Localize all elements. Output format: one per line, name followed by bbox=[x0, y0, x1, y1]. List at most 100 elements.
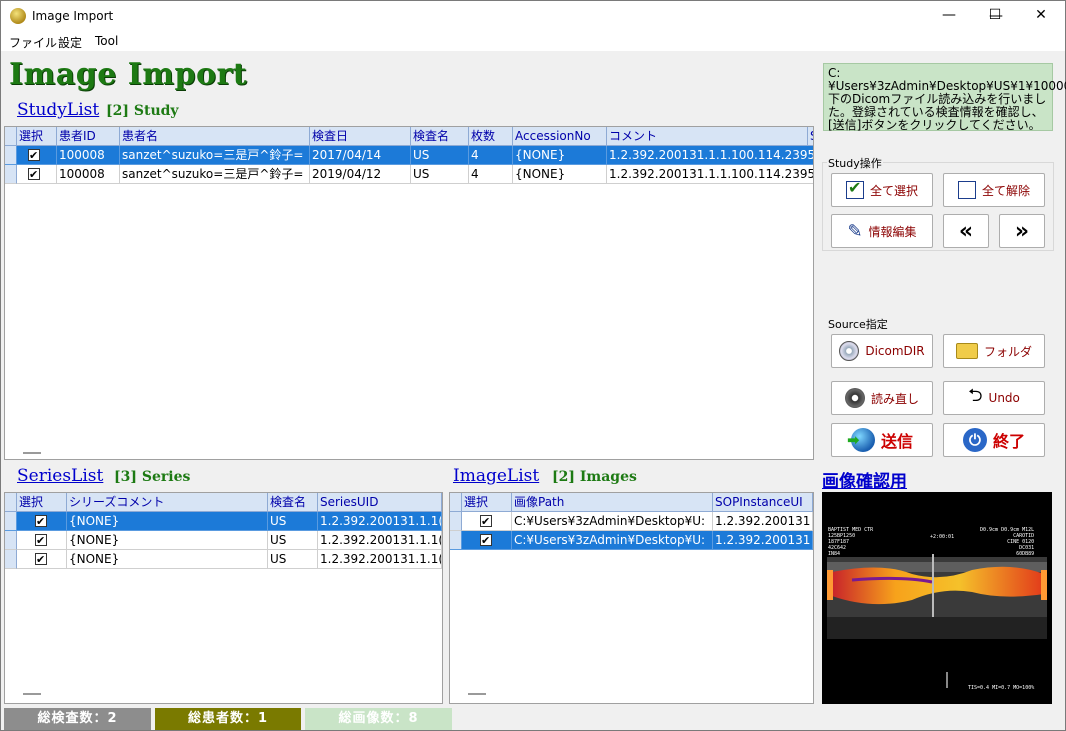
maximize-button[interactable]: ☐ bbox=[972, 0, 1018, 31]
col-series-comment[interactable]: シリーズコメント bbox=[67, 493, 268, 512]
disc-icon bbox=[839, 341, 860, 361]
row-checkbox[interactable] bbox=[480, 513, 492, 530]
table-row[interactable]: 100008 sanzet^suzuko=三是戸^鈴子= 2017/04/14 … bbox=[5, 146, 813, 165]
studylist-label[interactable]: StudyList bbox=[17, 100, 99, 120]
cell-exam: US bbox=[411, 165, 469, 184]
send-button[interactable]: ➡ 送信 bbox=[831, 423, 933, 457]
dicomdir-button[interactable]: DicomDIR bbox=[831, 334, 933, 368]
cell-comment: 1.2.392.200131.1.1.100.114.2395( bbox=[607, 146, 813, 165]
reload-disc-icon bbox=[844, 388, 865, 408]
cell-count: 4 bbox=[469, 146, 513, 165]
menu-settings[interactable]: 設定 bbox=[58, 34, 82, 51]
undo-button[interactable]: ⮌ Undo bbox=[943, 381, 1045, 415]
source-label: Source指定 bbox=[827, 316, 889, 332]
grid-splitter[interactable] bbox=[23, 452, 41, 454]
cell-exam: US bbox=[411, 146, 469, 165]
row-checkbox[interactable] bbox=[480, 532, 492, 549]
table-row[interactable]: C:¥Users¥3zAdmin¥Desktop¥U: 1.2.392.2001… bbox=[450, 531, 813, 550]
col-patient-id[interactable]: 患者ID bbox=[57, 127, 120, 146]
col-image-path[interactable]: 画像Path bbox=[512, 493, 713, 512]
series-grid[interactable]: 選択 シリーズコメント 検査名 SeriesUID {NONE} US 1.2.… bbox=[4, 492, 443, 704]
info-message: C:¥Users¥3zAdmin¥Desktop¥US¥1¥100008下のDi… bbox=[823, 63, 1066, 132]
minimize-button-top[interactable]: — bbox=[926, 0, 972, 31]
col-select[interactable]: 選択 bbox=[17, 127, 57, 146]
cell-patient-id: 100008 bbox=[57, 146, 120, 165]
menu-file[interactable]: ファイル bbox=[9, 34, 57, 51]
row-checkbox[interactable] bbox=[28, 166, 40, 183]
serieslist-label[interactable]: SeriesList bbox=[17, 466, 103, 486]
table-row[interactable]: 100008 sanzet^suzuko=三是戸^鈴子= 2019/04/12 … bbox=[5, 165, 813, 184]
study-ops-label: Study操作 bbox=[827, 155, 883, 171]
app-icon bbox=[10, 8, 26, 24]
image-grid[interactable]: 選択 画像Path SOPInstanceUI C:¥Users¥3zAdmin… bbox=[449, 492, 814, 704]
table-row[interactable]: {NONE} US 1.2.392.200131.1.1( bbox=[5, 531, 442, 550]
cell-accession: {NONE} bbox=[513, 146, 607, 165]
col-comment[interactable]: コメント bbox=[607, 127, 808, 146]
col-patient-name[interactable]: 患者名 bbox=[120, 127, 310, 146]
col-exam-date[interactable]: 検査日 bbox=[310, 127, 411, 146]
row-checkbox[interactable] bbox=[35, 551, 47, 568]
col-accession[interactable]: AccessionNo bbox=[513, 127, 607, 146]
grid-splitter[interactable] bbox=[468, 693, 486, 695]
cell-uid: 1.2.392.200131.1.1( bbox=[318, 550, 442, 569]
study-grid-header: 選択 患者ID 患者名 検査日 検査名 枚数 AccessionNo コメント … bbox=[5, 127, 813, 146]
imagelist-label[interactable]: ImageList bbox=[453, 466, 539, 486]
cell-patient-name: sanzet^suzuko=三是戸^鈴子= bbox=[120, 165, 310, 184]
status-total-images: 総画像数：8 bbox=[305, 708, 452, 730]
close-button[interactable]: ✕ bbox=[1018, 0, 1064, 31]
main-window: Image Import — ファイル 設定 Tool Image Import… bbox=[0, 0, 1066, 731]
ultrasound-image bbox=[827, 554, 1047, 688]
col-select[interactable]: 選択 bbox=[17, 493, 67, 512]
col-sop-uid[interactable]: SOPInstanceUI bbox=[713, 493, 813, 512]
status-total-patients: 総患者数：1 bbox=[155, 708, 301, 730]
menu-bar: ファイル 設定 Tool bbox=[1, 32, 1065, 51]
studylist-count: [2] Study bbox=[106, 103, 179, 119]
preview-image: BAPTIST MED CTR 125BP1250 187F187 42C642… bbox=[822, 492, 1052, 704]
row-checkbox[interactable] bbox=[35, 532, 47, 549]
cell-uid: 1.2.392.200131.1.1( bbox=[318, 531, 442, 550]
grid-splitter[interactable] bbox=[23, 693, 41, 695]
col-series-uid[interactable]: SeriesUID bbox=[318, 493, 442, 512]
row-checkbox[interactable] bbox=[35, 513, 47, 530]
table-row[interactable]: C:¥Users¥3zAdmin¥Desktop¥U: 1.2.392.2001… bbox=[450, 512, 813, 531]
row-checkbox[interactable] bbox=[28, 147, 40, 164]
double-chevron-left-icon: « bbox=[958, 218, 974, 244]
edit-info-button[interactable]: ✎ 情報編集 bbox=[831, 214, 933, 248]
folder-button[interactable]: フォルダ bbox=[943, 334, 1045, 368]
cell-patient-name: sanzet^suzuko=三是戸^鈴子= bbox=[120, 146, 310, 165]
table-row[interactable]: {NONE} US 1.2.392.200131.1.1( bbox=[5, 550, 442, 569]
preview-title[interactable]: 画像確認用 bbox=[822, 467, 907, 492]
table-row[interactable]: {NONE} US 1.2.392.200131.1.1( bbox=[5, 512, 442, 531]
next-button[interactable]: » bbox=[999, 214, 1045, 248]
window-title: Image Import bbox=[32, 9, 114, 23]
cell-comment: {NONE} bbox=[67, 512, 268, 531]
cell-path: C:¥Users¥3zAdmin¥Desktop¥U: bbox=[512, 512, 713, 531]
cell-comment: {NONE} bbox=[67, 550, 268, 569]
col-count[interactable]: 枚数 bbox=[469, 127, 513, 146]
study-grid[interactable]: 選択 患者ID 患者名 検査日 検査名 枚数 AccessionNo コメント … bbox=[4, 126, 814, 460]
exit-button[interactable]: ⏻ 終了 bbox=[943, 423, 1045, 457]
status-total-exams: 総検査数：2 bbox=[4, 708, 151, 730]
menu-tool[interactable]: Tool bbox=[95, 34, 118, 48]
folder-icon bbox=[955, 343, 978, 359]
deselect-all-button[interactable]: 全て解除 bbox=[943, 173, 1045, 207]
cell-patient-id: 100008 bbox=[57, 165, 120, 184]
cell-accession: {NONE} bbox=[513, 165, 607, 184]
reload-button[interactable]: 読み直し bbox=[831, 381, 933, 415]
col-exam-name[interactable]: 検査名 bbox=[411, 127, 469, 146]
cell-path: C:¥Users¥3zAdmin¥Desktop¥U: bbox=[512, 531, 713, 550]
select-all-button[interactable]: ✔ 全て選択 bbox=[831, 173, 933, 207]
col-select[interactable]: 選択 bbox=[462, 493, 512, 512]
title-bar: Image Import — bbox=[1, 1, 1065, 32]
globe-arrow-icon: ➡ bbox=[847, 428, 875, 452]
col-exam-name[interactable]: 検査名 bbox=[268, 493, 318, 512]
cell-uid: 1.2.392.200131 bbox=[713, 531, 813, 550]
cell-comment: {NONE} bbox=[67, 531, 268, 550]
checkbox-checked-icon: ✔ bbox=[845, 178, 864, 199]
cell-date: 2019/04/12 bbox=[310, 165, 411, 184]
prev-button[interactable]: « bbox=[943, 214, 989, 248]
serieslist-count: [3] Series bbox=[114, 469, 191, 485]
col-s[interactable]: S bbox=[808, 127, 813, 146]
checkbox-empty-icon bbox=[957, 181, 976, 199]
cell-exam: US bbox=[268, 531, 318, 550]
